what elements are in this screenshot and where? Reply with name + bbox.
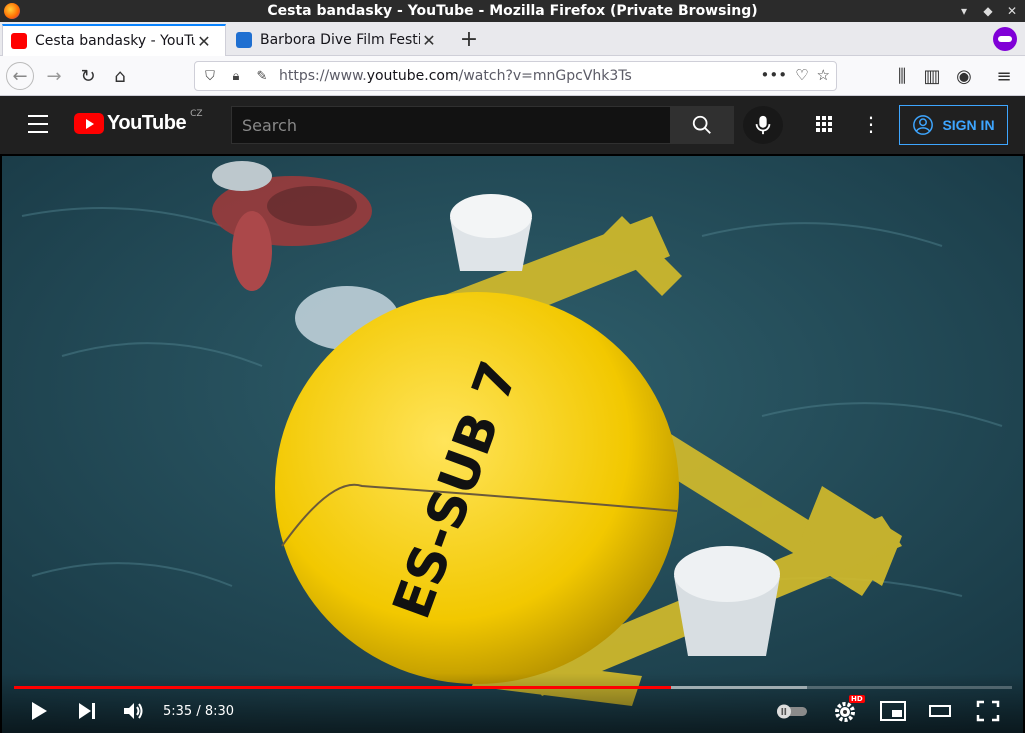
video-frame: ES-SUB 7 xyxy=(2,156,1023,733)
time-display: 5:35 / 8:30 xyxy=(163,704,235,719)
search-icon xyxy=(692,115,711,134)
play-icon xyxy=(32,702,47,720)
url-path: /watch?v=mnGpcVhk3Ts xyxy=(458,68,632,84)
autoplay-toggle[interactable] xyxy=(775,697,809,725)
maximize-icon[interactable]: ◆ xyxy=(979,2,997,20)
page-actions-icon[interactable]: ••• xyxy=(761,66,788,84)
new-tab-button[interactable]: + xyxy=(456,24,482,54)
library-icon[interactable]: ⫼ xyxy=(888,62,916,90)
next-button[interactable] xyxy=(76,697,98,725)
guide-menu-icon[interactable] xyxy=(28,115,48,133)
hd-badge: HD xyxy=(849,695,865,703)
window-controls: ▾ ◆ ✕ xyxy=(955,2,1021,20)
fullscreen-icon xyxy=(976,700,1000,722)
tab-close-icon[interactable]: ✕ xyxy=(420,31,438,50)
play-button[interactable] xyxy=(28,697,50,725)
fullscreen-button[interactable] xyxy=(976,697,1000,725)
forward-button[interactable]: → xyxy=(40,62,68,90)
bookmark-star-icon[interactable]: ☆ xyxy=(817,66,830,84)
window-titlebar: Cesta bandasky - YouTube - Mozilla Firef… xyxy=(0,0,1025,22)
close-icon[interactable]: ✕ xyxy=(1003,2,1021,20)
tab-bar: Cesta bandasky - YouTube ✕ Barbora Dive … xyxy=(0,22,1025,56)
tab-barbora[interactable]: Barbora Dive Film Festival ✕ xyxy=(228,24,450,56)
player-controls: 5:35 / 8:30 HD xyxy=(2,673,1023,733)
settings-button[interactable]: HD xyxy=(833,695,865,725)
youtube-play-logo-icon xyxy=(74,113,104,134)
video-player[interactable]: ES-SUB 7 5:35 / 8:30 HD xyxy=(2,156,1023,733)
volume-button[interactable] xyxy=(122,697,146,725)
sign-in-button[interactable]: SIGN IN xyxy=(899,105,1008,145)
window-title: Cesta bandasky - YouTube - Mozilla Firef… xyxy=(267,3,758,19)
theater-mode-icon xyxy=(929,705,951,717)
home-button[interactable]: ⌂ xyxy=(106,62,134,90)
theater-mode-button[interactable] xyxy=(928,697,952,725)
miniplayer-icon xyxy=(880,701,906,721)
reload-button[interactable]: ↻ xyxy=(74,62,102,90)
account-icon[interactable]: ◉ xyxy=(950,62,978,90)
account-circle-icon xyxy=(913,115,934,135)
private-browsing-icon xyxy=(993,27,1017,51)
lock-icon[interactable]: 🔒︎ xyxy=(225,65,247,87)
apps-grid-icon[interactable] xyxy=(813,113,835,135)
progress-bar[interactable] xyxy=(14,686,1012,689)
youtube-header: YouTube CZ ⋮ xyxy=(0,96,1025,154)
country-code: CZ xyxy=(190,108,203,119)
search-button[interactable] xyxy=(670,106,734,144)
youtube-favicon-icon xyxy=(11,33,27,49)
tab-close-icon[interactable]: ✕ xyxy=(195,32,213,51)
minimize-icon[interactable]: ▾ xyxy=(955,2,973,20)
youtube-logo[interactable]: YouTube CZ xyxy=(74,108,203,135)
barbora-favicon-icon xyxy=(236,32,252,48)
url-domain: youtube.com xyxy=(366,68,459,84)
microphone-icon xyxy=(755,115,771,135)
firefox-window: Cesta bandasky - YouTube - Mozilla Firef… xyxy=(0,0,1025,733)
volume-icon xyxy=(124,703,143,719)
skip-next-icon xyxy=(79,703,95,719)
tab-label: Cesta bandasky - YouTube xyxy=(35,33,195,49)
played-bar xyxy=(14,686,671,689)
url-text[interactable]: https://www.youtube.com/watch?v=mnGpcVhk… xyxy=(279,68,632,84)
permissions-icon[interactable]: ✎ xyxy=(251,65,273,87)
url-prefix: https://www. xyxy=(279,68,367,84)
logo-wordmark: YouTube xyxy=(107,112,187,134)
settings-more-icon[interactable]: ⋮ xyxy=(860,112,882,136)
shield-icon[interactable]: ⛉ xyxy=(199,65,221,87)
sign-in-label: SIGN IN xyxy=(942,117,995,133)
back-button[interactable]: ← xyxy=(6,62,34,90)
miniplayer-button[interactable] xyxy=(880,697,906,725)
nav-bar: ← → ↻ ⌂ ⛉ 🔒︎ ✎ https://www.youtube.com/w… xyxy=(0,56,1025,96)
search-input[interactable] xyxy=(231,106,671,144)
autoplay-toggle-icon xyxy=(777,704,807,719)
tab-label: Barbora Dive Film Festival xyxy=(260,32,420,48)
pocket-icon[interactable]: ♡ xyxy=(795,66,808,84)
menu-icon[interactable]: ≡ xyxy=(990,62,1018,90)
url-bar[interactable]: ⛉ 🔒︎ ✎ https://www.youtube.com/watch?v=m… xyxy=(194,61,837,91)
firefox-icon xyxy=(4,3,20,19)
voice-search-button[interactable] xyxy=(743,106,783,144)
tab-youtube[interactable]: Cesta bandasky - YouTube ✕ xyxy=(2,24,226,56)
sidebar-icon[interactable]: ▥ xyxy=(918,62,946,90)
